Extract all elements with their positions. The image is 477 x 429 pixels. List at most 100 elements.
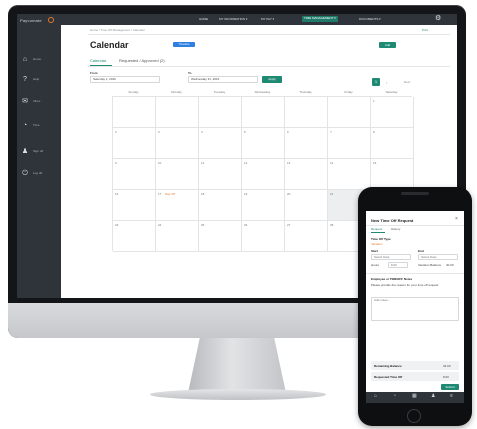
pager-label[interactable]: Next <box>404 80 410 84</box>
calendar-day-cell[interactable]: 19 <box>242 190 285 221</box>
day-number: 14 <box>330 161 334 165</box>
calendar-day-cell[interactable]: 27 <box>285 221 328 252</box>
phone-tab-history[interactable]: History <box>391 227 400 231</box>
timeline-badge[interactable]: Timeline <box>173 42 195 47</box>
calendar-day-cell[interactable]: 17 Day Off <box>156 190 199 221</box>
weekday-label: Tuesday <box>213 90 226 94</box>
sidebar-item-log-off[interactable]: ⏻ Log off <box>21 166 59 180</box>
print-link[interactable]: Print <box>422 28 428 32</box>
start-date-input[interactable]: Select Date <box>371 254 411 260</box>
user-icon[interactable]: ♟ <box>431 394 435 399</box>
day-number: 5 <box>244 130 246 134</box>
chevron-right-icon[interactable]: › <box>386 80 387 85</box>
nav-item-home[interactable]: HOME <box>199 17 208 22</box>
day-number: 9 <box>115 161 117 165</box>
gear-icon[interactable]: ⚙ <box>435 15 441 22</box>
calendar-day-cell[interactable]: 13 <box>285 159 328 190</box>
submit-button[interactable]: Submit <box>441 384 459 390</box>
page-title: Calendar <box>90 40 129 50</box>
nav-item-time-management[interactable]: TIME MANAGEMENT ▾ <box>302 16 338 22</box>
calendar-day-cell[interactable]: 5 <box>242 128 285 159</box>
sidebar-item-sign-off[interactable]: ♟ Sign off <box>21 144 59 158</box>
tab-calendar[interactable]: Calendar <box>90 58 106 63</box>
calendar-day-cell[interactable]: 20 <box>285 190 328 221</box>
calendar-day-cell[interactable] <box>285 97 328 128</box>
breadcrumb[interactable]: Home / Time Off Management / Calendar <box>90 28 145 32</box>
calendar-day-cell[interactable]: 6 <box>285 128 328 159</box>
day-number: 7 <box>330 130 332 134</box>
requested-value: 8.00 <box>443 375 449 379</box>
calendar-day-cell[interactable]: 9 <box>113 159 156 190</box>
end-date-input[interactable]: Select Date <box>418 254 458 260</box>
calendar-day-cell[interactable]: 10 <box>156 159 199 190</box>
calendar-day-cell[interactable]: 2 <box>113 128 156 159</box>
calendar-day-cell[interactable]: 26 <box>242 221 285 252</box>
help-icon: ? <box>23 75 27 83</box>
sidebar-item-home[interactable]: ⌂ Home <box>21 52 59 66</box>
clock-icon[interactable]: ◔ <box>393 394 396 399</box>
calendar-day-cell[interactable]: 15 <box>371 159 414 190</box>
sidebar-item-inbox[interactable]: ✉ Inbox <box>21 94 59 108</box>
day-number: 20 <box>287 192 291 196</box>
calendar-day-cell[interactable]: 16 <box>113 190 156 221</box>
nav-item-my-pay[interactable]: MY PAY ▾ <box>261 17 274 22</box>
calendar-event[interactable]: Day Off <box>165 192 175 196</box>
requested-label: Requested Time Off <box>374 375 403 379</box>
sidebar-item-time[interactable]: ◔ Time <box>21 118 59 132</box>
calendar-day-cell[interactable]: 3 <box>156 128 199 159</box>
close-icon[interactable]: × <box>455 217 458 222</box>
calendar-icon[interactable]: ▦ <box>412 394 417 399</box>
phone-tab-request[interactable]: Request <box>371 227 382 231</box>
type-value[interactable]: Vacation <box>371 242 382 246</box>
nav-item-documents[interactable]: DOCUMENTS ▾ <box>359 17 381 22</box>
page-current-button[interactable]: 1 <box>372 78 380 86</box>
apply-button[interactable]: Apply <box>262 76 282 83</box>
notes-textarea[interactable]: Add notes... <box>371 297 459 321</box>
from-label: From <box>90 71 98 75</box>
calendar-day-cell[interactable]: 23 <box>113 221 156 252</box>
calendar-day-cell[interactable]: 1 <box>371 97 414 128</box>
calendar-day-cell[interactable]: 8 <box>371 128 414 159</box>
hours-label: Hours <box>371 263 380 267</box>
marketing-composite: Paycomate ⌂ Home ? Help ✉ Inbox ◔ Time ♟… <box>0 0 477 429</box>
add-button[interactable]: Add <box>379 42 396 48</box>
tab-requested-approved[interactable]: Requested / Approved (2) <box>119 58 165 63</box>
to-label: To <box>188 71 192 75</box>
calendar-day-cell[interactable]: 7 <box>328 128 371 159</box>
day-number: 18 <box>201 192 205 196</box>
calendar-day-cell[interactable] <box>242 97 285 128</box>
menu-icon[interactable]: ≡ <box>450 394 453 399</box>
calendar-day-cell[interactable]: 4 <box>199 128 242 159</box>
logo-mark <box>48 17 54 23</box>
end-label: End <box>418 249 424 253</box>
calendar-day-cell[interactable]: 11 <box>199 159 242 190</box>
day-number: 12 <box>244 161 248 165</box>
calendar-day-cell[interactable]: 25 <box>199 221 242 252</box>
sidebar-item-label: Time <box>33 123 40 127</box>
calendar-day-cell[interactable]: 12 <box>242 159 285 190</box>
weekday-label: Friday <box>344 90 353 94</box>
sidebar-item-label: Help <box>33 77 40 81</box>
home-button[interactable] <box>407 409 421 423</box>
phone-title: New Time Off Request <box>371 218 414 223</box>
from-date-input[interactable]: Saturday 1, 2016 <box>90 76 160 83</box>
calendar-day-cell[interactable]: 14 <box>328 159 371 190</box>
calendar-day-cell[interactable] <box>156 97 199 128</box>
to-date-input[interactable]: Wednesday 31, 2016 <box>188 76 258 83</box>
calendar-day-cell[interactable] <box>328 97 371 128</box>
nav-item-my-information[interactable]: MY INFORMATION ▾ <box>219 17 247 22</box>
day-number: 11 <box>201 161 205 165</box>
calendar-day-cell[interactable] <box>113 97 156 128</box>
calendar-day-cell[interactable]: 24 <box>156 221 199 252</box>
calendar-day-cell[interactable] <box>199 97 242 128</box>
day-number: 6 <box>287 130 289 134</box>
logo-text: Paycomate <box>20 18 42 23</box>
day-number: 15 <box>373 161 377 165</box>
hours-input[interactable]: 8.00 <box>388 262 408 268</box>
user-icon: ♟ <box>21 147 29 155</box>
sidebar-item-help[interactable]: ? Help <box>21 72 59 86</box>
day-number: 28 <box>330 223 334 227</box>
home-icon[interactable]: ⌂ <box>374 394 377 399</box>
weekday-label: Thursday <box>299 90 312 94</box>
calendar-day-cell[interactable]: 18 <box>199 190 242 221</box>
